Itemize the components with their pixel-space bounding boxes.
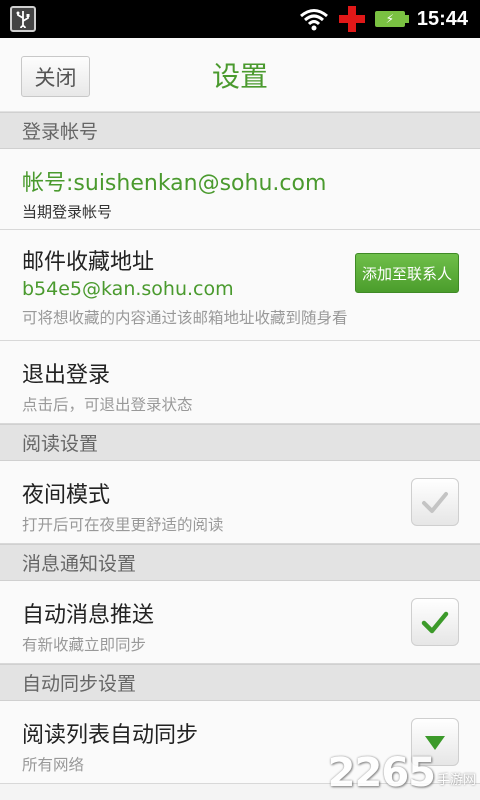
account-row[interactable]: 帐号:suishenkan@sohu.com 当期登录帐号	[0, 149, 480, 230]
logout-subtext: 点击后，可退出登录状态	[22, 396, 193, 414]
night-mode-row[interactable]: 夜间模式 打开后可在夜里更舒适的阅读	[0, 461, 480, 544]
night-mode-checkbox[interactable]	[411, 478, 459, 526]
auto-push-title: 自动消息推送	[22, 603, 155, 628]
title-bar: 关闭 设置	[0, 38, 480, 112]
account-text: 帐号:suishenkan@sohu.com	[22, 171, 327, 196]
night-mode-subtext: 打开后可在夜里更舒适的阅读	[22, 516, 224, 534]
auto-push-row[interactable]: 自动消息推送 有新收藏立即同步	[0, 581, 480, 664]
night-mode-title: 夜间模式	[22, 483, 111, 508]
check-icon	[422, 492, 448, 513]
battery-charging-icon: ⚡	[374, 11, 409, 27]
mail-subtext: 可将想收藏的内容通过该邮箱地址收藏到随身看	[22, 309, 348, 327]
watermark-digits: 2265	[327, 750, 436, 796]
section-header-reading: 阅读设置	[0, 424, 480, 461]
mail-row: 邮件收藏地址 b54e5@kan.sohu.com 可将想收藏的内容通过该邮箱地…	[0, 230, 480, 341]
logout-title: 退出登录	[22, 363, 111, 388]
watermark-text: 手游网	[436, 773, 476, 788]
logout-row[interactable]: 退出登录 点击后，可退出登录状态	[0, 341, 480, 424]
section-header-sync: 自动同步设置	[0, 664, 480, 701]
watermark-logo: 2265 手游网	[328, 750, 476, 796]
add-contact-button[interactable]: 添加至联系人	[355, 253, 459, 293]
auto-push-subtext: 有新收藏立即同步	[22, 636, 147, 654]
close-button[interactable]: 关闭	[21, 56, 90, 97]
page-title: 设置	[211, 59, 268, 93]
status-bar: ⚡ 15:44	[0, 0, 480, 38]
section-header-notify: 消息通知设置	[0, 544, 480, 581]
section-header-account: 登录帐号	[0, 112, 480, 149]
usb-icon	[10, 6, 36, 32]
auto-push-checkbox[interactable]	[411, 598, 459, 646]
auto-sync-title: 阅读列表自动同步	[22, 723, 199, 748]
account-subtext: 当期登录帐号	[22, 203, 113, 221]
status-time: 15:44	[416, 7, 468, 30]
red-cross-icon	[338, 6, 365, 32]
wifi-icon	[299, 9, 328, 31]
check-icon	[421, 611, 449, 634]
